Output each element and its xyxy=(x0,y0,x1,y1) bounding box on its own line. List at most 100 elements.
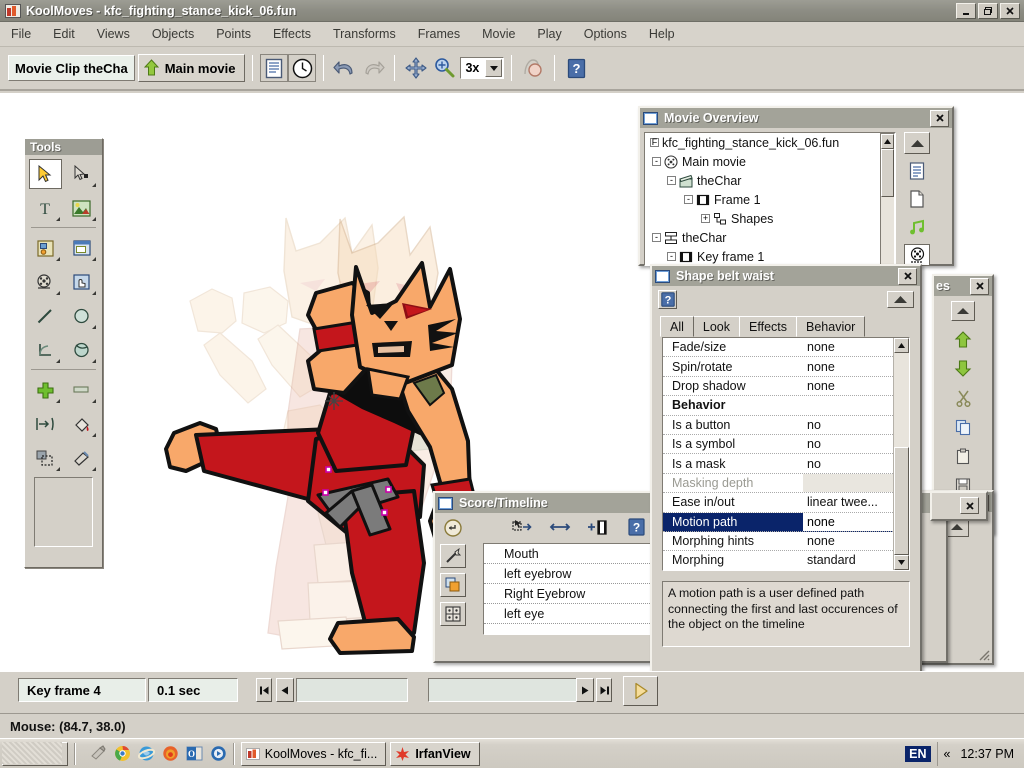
menu-objects[interactable]: Objects xyxy=(141,24,205,44)
property-value[interactable]: no xyxy=(803,437,893,451)
property-value[interactable]: standard xyxy=(803,553,893,567)
shape-dialog-collapse-button[interactable] xyxy=(887,290,914,308)
menu-help[interactable]: Help xyxy=(638,24,686,44)
menu-edit[interactable]: Edit xyxy=(42,24,86,44)
menu-play[interactable]: Play xyxy=(526,24,572,44)
minimize-button[interactable] xyxy=(956,2,976,19)
goto-last-frame-button[interactable] xyxy=(596,678,612,702)
taskbar-item-irfanview[interactable]: IrfanView xyxy=(390,741,480,766)
text-tool[interactable]: T xyxy=(29,193,62,223)
tree-item-file[interactable]: F kfc_fighting_stance_kick_06.fun xyxy=(645,133,895,152)
subselect-arrow-tool[interactable] xyxy=(65,159,98,189)
scroll-up-button[interactable] xyxy=(881,134,894,149)
frame-duration-field[interactable]: 0.1 sec xyxy=(148,678,238,702)
property-row-drop-shadow[interactable]: Drop shadow none xyxy=(663,377,893,397)
paint-tool[interactable] xyxy=(65,335,98,365)
delete-point-tool[interactable] xyxy=(65,375,98,405)
firefox-icon[interactable] xyxy=(162,745,179,762)
tree-item-thechar-symbol[interactable]: - theChar xyxy=(645,228,895,247)
shape-dialog-help-button[interactable]: ? xyxy=(658,289,677,309)
tree-toggle-icon[interactable]: - xyxy=(652,233,661,242)
taskbar-item-koolmoves[interactable]: KoolMoves - kfc_fi... xyxy=(240,741,387,766)
chrome-icon[interactable] xyxy=(114,745,131,762)
menu-frames[interactable]: Frames xyxy=(407,24,471,44)
timeline-view-button[interactable] xyxy=(288,54,317,82)
tree-item-shapes[interactable]: + Shapes xyxy=(645,209,895,228)
zoom-dropdown-arrow[interactable] xyxy=(485,59,503,77)
media-player-icon[interactable] xyxy=(210,745,227,762)
close-button[interactable] xyxy=(1000,2,1020,19)
grid-button[interactable] xyxy=(440,602,466,626)
tree-toggle-icon[interactable]: - xyxy=(652,157,661,166)
property-value[interactable]: none xyxy=(803,379,893,393)
property-value[interactable]: none xyxy=(803,534,893,548)
tree-item-main-movie[interactable]: - Main movie xyxy=(645,152,895,171)
menu-movie[interactable]: Movie xyxy=(471,24,526,44)
gradient-tool[interactable] xyxy=(65,443,98,473)
scroll-track[interactable] xyxy=(881,197,894,264)
cut-button[interactable] xyxy=(951,388,975,408)
redo-button[interactable] xyxy=(359,54,388,82)
scroll-thumb[interactable] xyxy=(894,447,909,555)
shape-dialog-close-button[interactable] xyxy=(898,267,917,285)
tab-all[interactable]: All xyxy=(660,316,694,337)
clock-time[interactable]: 12:37 PM xyxy=(960,747,1014,761)
outlook-icon[interactable]: O xyxy=(186,745,203,762)
add-frame-button[interactable] xyxy=(587,516,609,538)
stretch-button[interactable] xyxy=(549,516,571,538)
tree-item-frame1[interactable]: - Frame 1 xyxy=(645,190,895,209)
property-row-ease-in-out[interactable]: Ease in/out linear twee... xyxy=(663,493,893,513)
main-movie-button[interactable]: Main movie xyxy=(137,54,246,82)
score-timeline-close-button[interactable] xyxy=(960,497,979,514)
new-page-button[interactable] xyxy=(904,188,930,210)
select-arrow-tool[interactable] xyxy=(29,159,62,189)
marquee-tool[interactable] xyxy=(29,443,62,473)
previous-frame-button[interactable] xyxy=(276,678,294,702)
property-row-fade-size[interactable]: Fade/size none xyxy=(663,338,893,358)
tab-look[interactable]: Look xyxy=(692,316,741,337)
language-indicator[interactable]: EN xyxy=(905,745,931,762)
resize-grip-icon[interactable] xyxy=(976,647,990,661)
tree-item-thechar-clip[interactable]: - theChar xyxy=(645,171,895,190)
align-tool[interactable] xyxy=(29,409,62,439)
ellipse-tool[interactable] xyxy=(65,301,98,331)
right-panel-close-button[interactable] xyxy=(970,277,989,295)
paste-button[interactable] xyxy=(951,446,975,466)
tab-effects[interactable]: Effects xyxy=(739,316,797,337)
movie-clip-tool[interactable] xyxy=(29,267,62,297)
move-up-button[interactable] xyxy=(951,330,975,350)
loop-button[interactable] xyxy=(442,517,464,539)
tree-toggle-icon[interactable]: - xyxy=(667,252,676,261)
tree-toggle-icon[interactable]: - xyxy=(684,195,693,204)
tray-expand-button[interactable]: « xyxy=(944,747,951,761)
timeline-track-left[interactable] xyxy=(296,678,408,702)
shape-properties-grid[interactable]: Fade/size none Spin/rotate none Drop sha… xyxy=(662,337,910,571)
property-row-spin-rotate[interactable]: Spin/rotate none xyxy=(663,357,893,377)
property-row-motion-path[interactable]: Motion path none xyxy=(663,512,893,532)
zoom-level-combobox[interactable]: 3x xyxy=(460,57,505,79)
image-tool[interactable] xyxy=(65,193,98,223)
color-swatch-preview[interactable] xyxy=(34,477,93,547)
menu-points[interactable]: Points xyxy=(205,24,262,44)
action-tool[interactable] xyxy=(65,267,98,297)
shape-properties-scrollbar[interactable] xyxy=(893,338,909,570)
property-value[interactable]: none xyxy=(803,340,893,354)
movie-tree-scrollbar[interactable] xyxy=(880,133,895,265)
copy-button[interactable] xyxy=(951,417,975,437)
zoom-button[interactable] xyxy=(430,54,459,82)
sound-button[interactable] xyxy=(904,216,930,238)
property-row-is-a-mask[interactable]: Is a mask no xyxy=(663,454,893,474)
menu-transforms[interactable]: Transforms xyxy=(322,24,407,44)
window-tool[interactable] xyxy=(65,233,98,263)
help-toolbar-button[interactable]: ? xyxy=(562,54,591,82)
move-down-button[interactable] xyxy=(951,359,975,379)
right-panel-collapse-button[interactable] xyxy=(951,301,975,321)
property-row-is-a-symbol[interactable]: Is a symbol no xyxy=(663,435,893,455)
movie-overview-close-button[interactable] xyxy=(930,109,949,127)
tree-toggle-icon[interactable]: + xyxy=(701,214,710,223)
movie-clip-button[interactable]: Movie Clip theCha xyxy=(8,55,135,81)
layers-button[interactable] xyxy=(440,573,466,597)
scroll-track[interactable] xyxy=(894,353,909,447)
menu-options[interactable]: Options xyxy=(573,24,638,44)
movie-button[interactable] xyxy=(904,244,930,266)
